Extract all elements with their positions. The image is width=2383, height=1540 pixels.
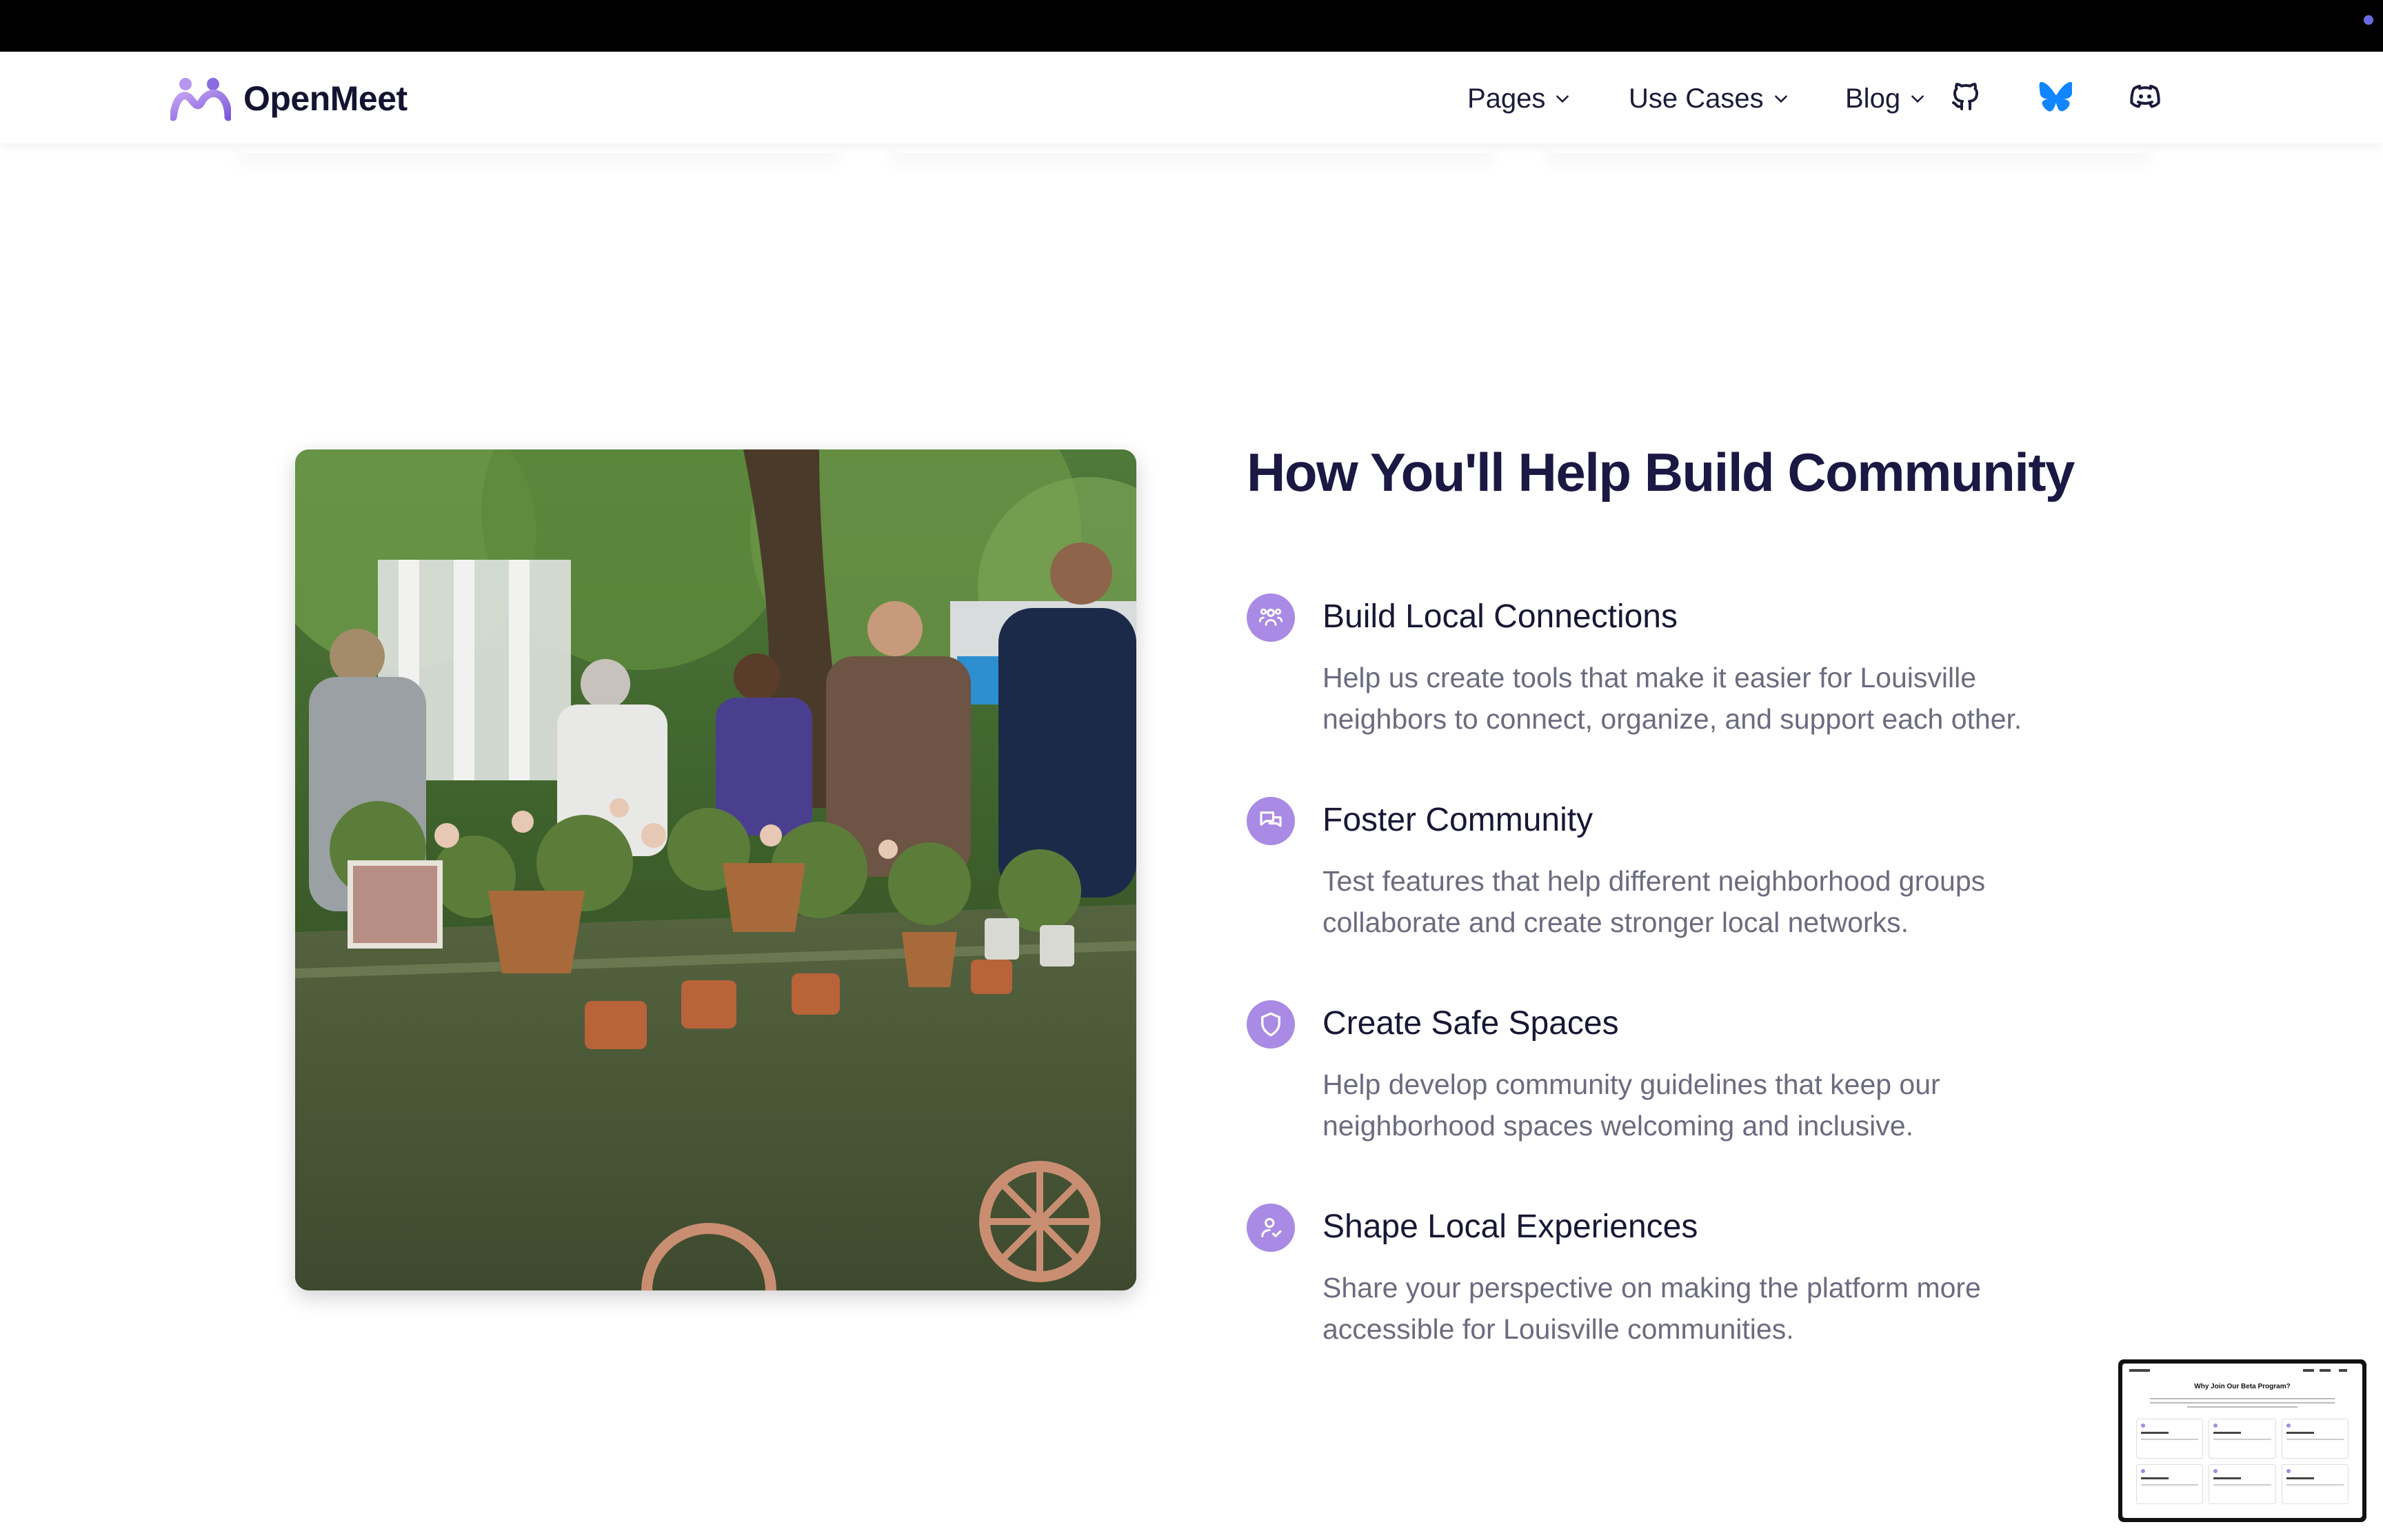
feature-title: Build Local Connections (1323, 598, 1678, 635)
discord-icon (2130, 85, 2160, 108)
community-market-photo (295, 449, 1136, 1290)
feature-description: Share your perspective on making the pla… (1323, 1272, 1981, 1345)
card-shadow (1545, 143, 2151, 153)
feature-description: Help develop community guidelines that k… (1323, 1068, 1940, 1142)
feature-title: Create Safe Spaces (1323, 1005, 1619, 1042)
preview-nav (2129, 1369, 2355, 1373)
shield-icon (1247, 1000, 1295, 1048)
chevron-down-icon (1911, 95, 1924, 103)
feature-description: Help us create tools that make it easier… (1323, 662, 2022, 735)
feature-title: Foster Community (1323, 802, 1593, 838)
page-preview-thumbnail[interactable]: Why Join Our Beta Program? (2118, 1359, 2366, 1522)
github-icon (1952, 83, 1978, 110)
system-top-bar (0, 0, 2383, 52)
nav-blog-label: Blog (1845, 83, 1901, 114)
preview-subtitle-lines (2150, 1395, 2335, 1409)
nav-use-cases[interactable]: Use Cases (1629, 79, 1790, 118)
chat-icon (1247, 797, 1295, 845)
preview-title: Why Join Our Beta Program? (2194, 1383, 2291, 1390)
discord-link[interactable] (2121, 72, 2169, 121)
status-dot (2364, 15, 2373, 25)
user-check-icon (1247, 1204, 1295, 1252)
market-illustration (295, 449, 1136, 1290)
chevron-down-icon (1774, 95, 1787, 103)
feature-description: Test features that help different neighb… (1323, 865, 1986, 938)
card-shadow (889, 143, 1496, 153)
nav-pages[interactable]: Pages (1467, 79, 1571, 118)
preview-card (2136, 1419, 2204, 1459)
previous-section-cards-edge (0, 143, 2383, 164)
nav-blog[interactable]: Blog (1845, 79, 1927, 118)
brand-name: OpenMeet (243, 79, 408, 118)
preview-card (2281, 1419, 2349, 1459)
card-shadow (234, 143, 841, 153)
feature-title: Shape Local Experiences (1323, 1208, 1698, 1245)
preview-cards (2136, 1419, 2349, 1504)
preview-card (2281, 1464, 2349, 1504)
preview-card (2209, 1419, 2276, 1459)
brand-logo[interactable]: OpenMeet (170, 71, 408, 126)
nav-use-cases-label: Use Cases (1629, 83, 1764, 114)
openmeet-logo-icon (170, 78, 231, 121)
chevron-down-icon (1556, 95, 1569, 103)
bluesky-link[interactable] (2031, 72, 2080, 121)
nav-pages-label: Pages (1467, 83, 1546, 114)
site-navbar: OpenMeet Pages Use Cases Blog (0, 52, 2383, 143)
people-icon (1247, 594, 1295, 642)
preview-card (2136, 1464, 2204, 1504)
bluesky-icon (2039, 81, 2072, 112)
preview-canvas: Why Join Our Beta Program? (2122, 1364, 2362, 1518)
preview-card (2209, 1464, 2276, 1504)
section-heading: How You'll Help Build Community (1247, 442, 2075, 503)
github-link[interactable] (1942, 72, 1990, 121)
